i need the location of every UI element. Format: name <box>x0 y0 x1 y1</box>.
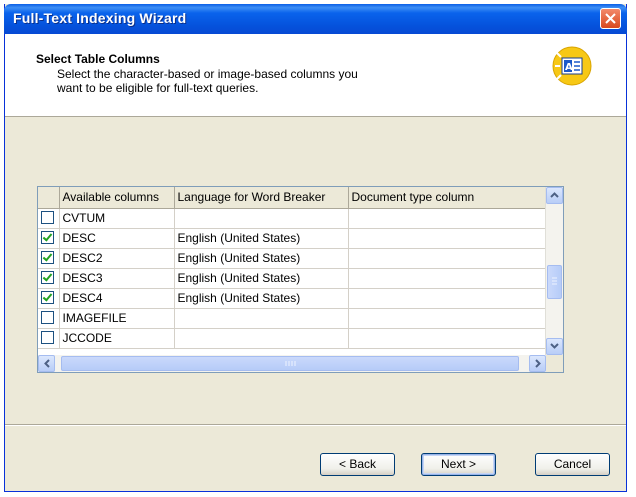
table-row[interactable]: DESC3 English (United States) <box>38 268 557 289</box>
row-checkbox[interactable] <box>41 291 54 305</box>
back-button[interactable]: < Back <box>320 453 395 476</box>
doctype-cell[interactable] <box>348 228 557 249</box>
chevron-left-icon <box>43 359 50 368</box>
row-checkbox-cell[interactable] <box>38 248 60 269</box>
columns-grid: Available columns Language for Word Brea… <box>37 186 564 373</box>
doctype-cell[interactable] <box>348 308 557 329</box>
row-checkbox[interactable] <box>41 231 54 245</box>
button-separator <box>5 424 626 426</box>
row-checkbox[interactable] <box>41 271 54 285</box>
column-header-doctype[interactable]: Document type column <box>348 187 557 209</box>
vertical-scrollbar[interactable] <box>545 187 563 355</box>
column-header-language[interactable]: Language for Word Breaker <box>174 187 349 209</box>
page-description: Select the character-based or image-base… <box>57 67 437 95</box>
chevron-up-icon <box>550 192 559 198</box>
language-cell[interactable]: English (United States) <box>174 288 349 309</box>
table-row[interactable]: DESC2 English (United States) <box>38 248 557 269</box>
doctype-cell[interactable] <box>348 328 557 349</box>
row-checkbox[interactable] <box>41 311 54 325</box>
column-name[interactable]: CVTUM <box>59 208 175 229</box>
row-checkbox[interactable] <box>41 211 54 225</box>
table-row[interactable]: IMAGEFILE <box>38 308 557 329</box>
scroll-left-button[interactable] <box>38 355 55 372</box>
scroll-up-button[interactable] <box>546 187 563 204</box>
column-name[interactable]: DESC <box>59 228 175 249</box>
row-checkbox-cell[interactable] <box>38 208 60 229</box>
horizontal-scrollbar[interactable] <box>38 355 546 372</box>
doctype-cell[interactable] <box>348 268 557 289</box>
table-row[interactable]: JCCODE <box>38 328 557 349</box>
doctype-cell[interactable] <box>348 288 557 309</box>
column-name[interactable]: DESC2 <box>59 248 175 269</box>
column-name[interactable]: DESC4 <box>59 288 175 309</box>
columns-table: Available columns Language for Word Brea… <box>38 187 557 349</box>
window-title: Full-Text Indexing Wizard <box>13 10 187 26</box>
column-name[interactable]: IMAGEFILE <box>59 308 175 329</box>
row-checkbox-cell[interactable] <box>38 288 60 309</box>
row-checkbox-cell[interactable] <box>38 308 60 329</box>
row-checkbox[interactable] <box>41 331 54 345</box>
description-line-1: Select the character-based or image-base… <box>57 67 358 81</box>
scrollbar-corner <box>546 355 563 372</box>
column-header-available[interactable]: Available columns <box>59 187 175 209</box>
svg-text:A: A <box>565 62 573 73</box>
chevron-right-icon <box>534 359 541 368</box>
vertical-scroll-thumb[interactable] <box>547 265 562 299</box>
grip-icon <box>285 361 296 366</box>
close-button[interactable] <box>600 8 621 29</box>
language-cell[interactable]: English (United States) <box>174 248 349 269</box>
doctype-cell[interactable] <box>348 248 557 269</box>
table-row[interactable]: CVTUM <box>38 208 557 229</box>
row-checkbox-cell[interactable] <box>38 328 60 349</box>
column-name[interactable]: DESC3 <box>59 268 175 289</box>
row-checkbox-cell[interactable] <box>38 268 60 289</box>
chevron-down-icon <box>550 343 559 349</box>
description-line-2: want to be eligible for full-text querie… <box>57 81 259 95</box>
next-button[interactable]: Next > <box>421 453 496 476</box>
column-name[interactable]: JCCODE <box>59 328 175 349</box>
language-cell[interactable] <box>174 308 349 329</box>
close-icon <box>605 13 616 24</box>
grip-icon <box>552 277 557 285</box>
table-row[interactable]: DESC4 English (United States) <box>38 288 557 309</box>
language-cell[interactable]: English (United States) <box>174 268 349 289</box>
language-cell[interactable]: English (United States) <box>174 228 349 249</box>
page-title: Select Table Columns <box>36 52 160 66</box>
title-bar[interactable]: Full-Text Indexing Wizard <box>4 4 627 34</box>
language-cell[interactable] <box>174 208 349 229</box>
language-cell[interactable] <box>174 328 349 349</box>
scroll-right-button[interactable] <box>529 355 546 372</box>
header-checkbox-cell <box>38 187 60 209</box>
cancel-button[interactable]: Cancel <box>535 453 610 476</box>
table-row[interactable]: DESC English (United States) <box>38 228 557 249</box>
scroll-down-button[interactable] <box>546 338 563 355</box>
fulltext-wizard-icon: A <box>552 46 592 86</box>
horizontal-scroll-thumb[interactable] <box>61 356 519 371</box>
grid-header-row: Available columns Language for Word Brea… <box>38 187 557 209</box>
row-checkbox[interactable] <box>41 251 54 265</box>
row-checkbox-cell[interactable] <box>38 228 60 249</box>
doctype-cell[interactable] <box>348 208 557 229</box>
